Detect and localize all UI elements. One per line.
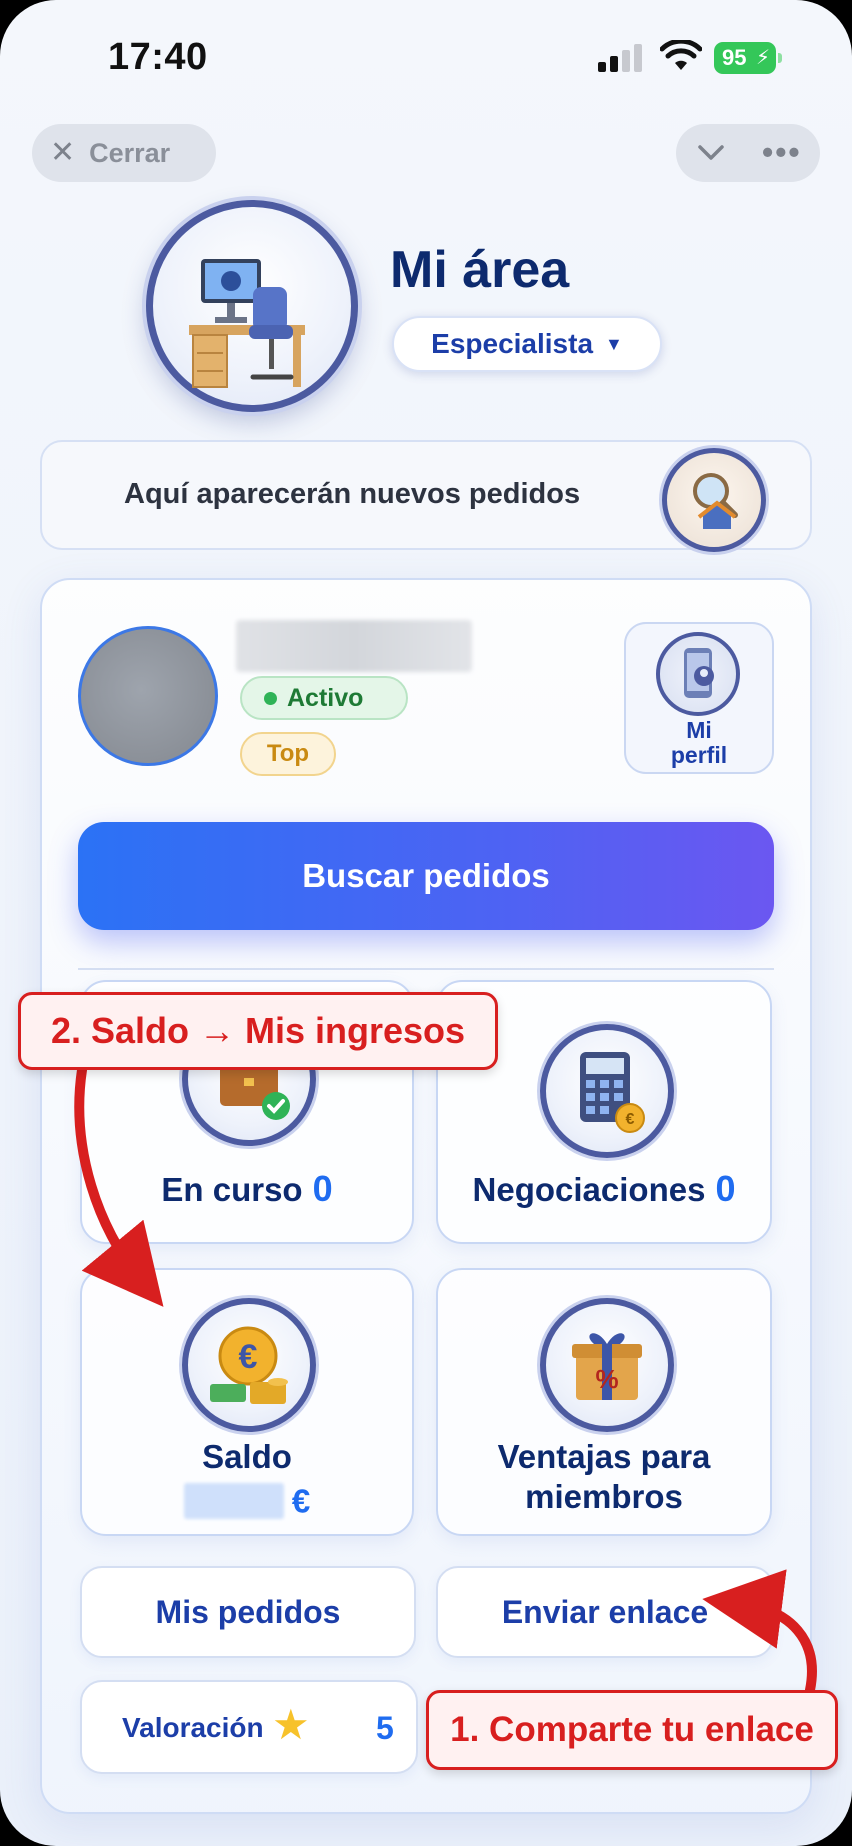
send-link-button[interactable]: Enviar enlace <box>436 1566 774 1658</box>
balance-tile[interactable]: € Saldo € <box>80 1268 414 1536</box>
in-progress-label: En curso 0 <box>161 1168 333 1209</box>
status-bar: 17:40 95 ⚡ <box>0 0 852 110</box>
active-dot-icon <box>264 691 277 705</box>
close-icon: ✕ <box>50 136 76 169</box>
miniapp-controls: ••• <box>676 124 820 182</box>
rating-button[interactable]: Valoración ★ 5 <box>80 1680 418 1774</box>
euro-money-icon: € <box>182 1298 316 1432</box>
role-label: Especialista <box>431 328 594 359</box>
negotiations-count: 0 <box>715 1168 736 1209</box>
svg-text:€: € <box>626 1111 635 1128</box>
in-progress-count: 0 <box>312 1168 333 1209</box>
member-benefits-tile[interactable]: % Ventajas para miembros <box>436 1268 772 1536</box>
negotiations-label: Negociaciones 0 <box>472 1168 736 1209</box>
status-label: Activo <box>287 683 364 712</box>
page-title: Mi área <box>390 241 570 299</box>
cellular-signal-icon <box>598 44 644 72</box>
top-badge: Top <box>240 732 336 776</box>
role-selector[interactable]: Especialista ▼ <box>392 316 662 372</box>
balance-value-redacted <box>183 1483 284 1520</box>
rating-value: 5 <box>376 1710 394 1746</box>
annotation-step-1: 1. Comparte tu enlace <box>426 1690 838 1770</box>
calculator-icon: € <box>540 1024 674 1158</box>
wifi-icon <box>660 40 702 70</box>
benefits-label-line1: Ventajas para <box>497 1438 711 1475</box>
my-orders-button[interactable]: Mis pedidos <box>80 1566 416 1658</box>
svg-text:€: € <box>239 1338 258 1376</box>
banner-text: Aquí aparecerán nuevos pedidos <box>124 478 581 510</box>
rating-label: Valoración <box>122 1712 264 1743</box>
balance-label: Saldo <box>202 1438 292 1475</box>
my-profile-label: Mi perfil <box>670 717 728 768</box>
balance-currency: € <box>291 1482 311 1520</box>
workspace-desk-icon <box>146 200 358 412</box>
avatar[interactable] <box>78 626 218 766</box>
svg-text:%: % <box>595 1364 618 1394</box>
annotation-step-2: 2. Saldo → Mis ingresos <box>18 992 498 1070</box>
search-orders-button[interactable]: Buscar pedidos <box>78 822 774 930</box>
battery-icon: 95 ⚡ <box>714 42 782 74</box>
gift-percent-icon: % <box>540 1298 674 1432</box>
charging-bolt-icon: ⚡ <box>755 47 770 69</box>
my-profile-button[interactable]: Mi perfil <box>624 622 774 774</box>
balance-amount: € <box>82 1480 412 1520</box>
close-button[interactable]: ✕ Cerrar <box>32 124 216 182</box>
status-badge: Activo <box>240 676 408 720</box>
status-time: 17:40 <box>108 36 208 78</box>
close-label: Cerrar <box>89 137 171 168</box>
more-options-icon[interactable]: ••• <box>762 136 802 168</box>
benefits-label-line2: miembros <box>525 1478 683 1515</box>
battery-level: 95 <box>722 45 747 70</box>
star-icon: ★ <box>272 1701 310 1748</box>
caret-down-icon: ▼ <box>605 333 623 354</box>
new-orders-banner: Aquí aparecerán nuevos pedidos <box>40 440 812 552</box>
chevron-down-icon[interactable] <box>696 137 726 167</box>
phone-screen: 17:40 95 ⚡ ✕ Cerrar ••• Mi área Especial… <box>0 0 852 1846</box>
user-name-redacted <box>236 620 472 672</box>
phone-profile-icon <box>656 632 740 716</box>
divider <box>78 968 774 970</box>
magnifier-house-icon <box>662 448 766 552</box>
